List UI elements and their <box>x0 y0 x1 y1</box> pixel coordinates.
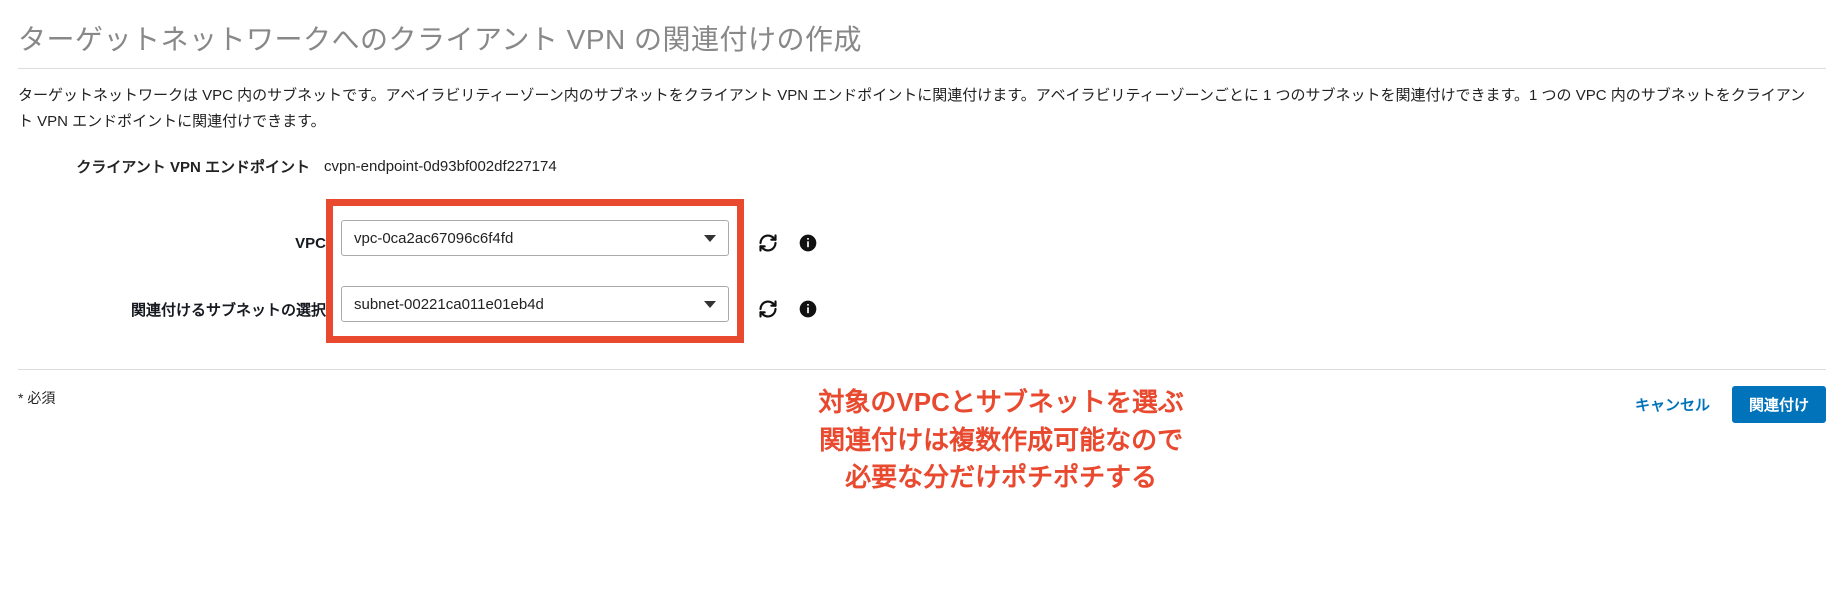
subnet-select-value: subnet-00221ca011e01eb4d <box>354 296 544 313</box>
annotation-line-3: 必要な分だけポチポチする <box>818 459 1183 497</box>
subnet-select[interactable]: subnet-00221ca011e01eb4d <box>341 286 729 322</box>
refresh-icon[interactable] <box>758 299 778 319</box>
title-divider <box>18 68 1826 69</box>
select-section: VPC 関連付けるサブネットの選択 vpc-0ca2ac67096c6f4fd … <box>58 203 1826 347</box>
form-area: クライアント VPN エンドポイント cvpn-endpoint-0d93bf0… <box>18 156 1826 347</box>
associate-button[interactable]: 関連付け <box>1732 386 1826 423</box>
vpc-select-value: vpc-0ca2ac67096c6f4fd <box>354 230 513 247</box>
annotation-line-1: 対象のVPCとサブネットを選ぶ <box>818 384 1183 422</box>
info-icon[interactable] <box>798 233 818 253</box>
required-note: * 必須 <box>18 384 55 408</box>
endpoint-value: cvpn-endpoint-0d93bf002df227174 <box>318 158 557 175</box>
vpc-label: VPC <box>58 225 326 261</box>
chevron-down-icon <box>704 235 716 242</box>
vpc-actions <box>758 225 818 261</box>
subnet-row: subnet-00221ca011e01eb4d <box>341 286 729 322</box>
annotation-highlight-box: vpc-0ca2ac67096c6f4fd subnet-00221ca011e… <box>326 199 744 343</box>
vpc-row: vpc-0ca2ac67096c6f4fd <box>341 220 729 256</box>
subnet-actions <box>758 291 818 327</box>
vpc-select[interactable]: vpc-0ca2ac67096c6f4fd <box>341 220 729 256</box>
endpoint-row: クライアント VPN エンドポイント cvpn-endpoint-0d93bf0… <box>58 156 1826 177</box>
page-description: ターゲットネットワークは VPC 内のサブネットです。アベイラビリティーゾーン内… <box>18 83 1818 134</box>
annotation-text: 対象のVPCとサブネットを選ぶ 関連付けは複数作成可能なので 必要な分だけポチポ… <box>818 384 1183 497</box>
refresh-icon[interactable] <box>758 233 778 253</box>
page-title: ターゲットネットワークへのクライアント VPN の関連付けの作成 <box>18 18 1826 58</box>
annotation-line-2: 関連付けは複数作成可能なので <box>818 422 1183 460</box>
info-icon[interactable] <box>798 299 818 319</box>
footer-buttons: キャンセル 関連付け <box>1627 384 1826 423</box>
subnet-label: 関連付けるサブネットの選択 <box>58 291 326 327</box>
cancel-button[interactable]: キャンセル <box>1627 388 1718 421</box>
endpoint-label: クライアント VPN エンドポイント <box>58 156 318 177</box>
footer-row: * 必須 対象のVPCとサブネットを選ぶ 関連付けは複数作成可能なので 必要な分… <box>18 384 1826 497</box>
chevron-down-icon <box>704 301 716 308</box>
footer-divider <box>18 369 1826 370</box>
